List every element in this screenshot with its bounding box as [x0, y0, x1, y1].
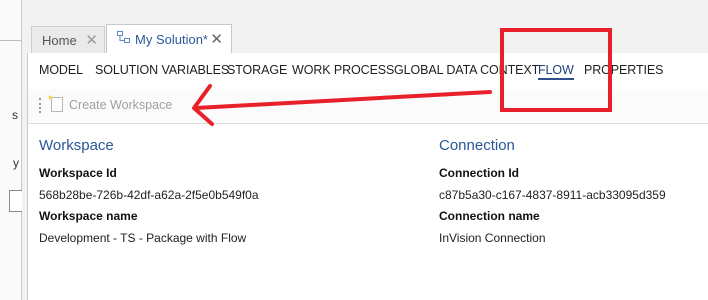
connection-name-label: Connection name	[439, 209, 540, 223]
connection-id-label: Connection Id	[439, 166, 519, 180]
menu-item-global-data-context[interactable]: GLOBAL DATA CONTEXT	[394, 63, 539, 77]
workspace-name-value: Development - TS - Package with Flow	[39, 231, 247, 245]
left-panel-divider	[0, 40, 21, 41]
flow-toolbar: Create Workspace	[28, 89, 708, 124]
tab-home[interactable]: Home ✕	[31, 26, 105, 53]
create-workspace-label: Create Workspace	[69, 97, 173, 112]
connection-id-value: c87b5a30-c167-4837-8911-acb33095d359	[439, 188, 666, 202]
tab-home-label: Home	[42, 32, 77, 48]
workspace-name-label: Workspace name	[39, 209, 138, 223]
tab-my-solution-label: My Solution*	[135, 31, 208, 47]
menu-item-model[interactable]: MODEL	[39, 63, 83, 77]
menu-item-storage[interactable]: STORAGE	[227, 63, 287, 77]
new-document-icon	[47, 94, 63, 112]
solution-hierarchy-icon	[117, 31, 130, 47]
tab-my-solution[interactable]: My Solution* ✕	[106, 24, 232, 53]
create-workspace-button[interactable]: Create Workspace	[47, 94, 173, 112]
left-panel-input-fragment[interactable]	[9, 190, 22, 212]
menu-item-properties[interactable]: PROPERTIES	[584, 63, 663, 77]
workspace-id-label: Workspace Id	[39, 166, 117, 180]
workspace-id-value: 568b28be-726b-42df-a62a-2f5e0b549f0a	[39, 188, 259, 202]
menu-item-solution-variables[interactable]: SOLUTION VARIABLES	[95, 63, 229, 77]
toolbar-grip-handle[interactable]	[39, 98, 41, 113]
document-tab-strip: Home ✕ My Solution* ✕	[27, 22, 708, 53]
section-menu: MODEL SOLUTION VARIABLES STORAGE WORK PR…	[28, 53, 708, 87]
left-side-panel: s y	[0, 0, 22, 300]
solution-editor-panel: MODEL SOLUTION VARIABLES STORAGE WORK PR…	[27, 53, 708, 300]
connection-name-value: InVision Connection	[439, 231, 546, 245]
menu-item-flow[interactable]: FLOW	[538, 63, 574, 80]
tab-home-close-icon[interactable]: ✕	[85, 31, 98, 49]
left-panel-text-fragment: s	[12, 108, 18, 122]
tab-my-solution-close-icon[interactable]: ✕	[210, 30, 223, 48]
menu-item-work-process[interactable]: WORK PROCESS	[292, 63, 394, 77]
left-panel-text-fragment: y	[13, 156, 19, 170]
connection-section-title: Connection	[439, 137, 515, 154]
workspace-section-title: Workspace	[39, 137, 114, 154]
